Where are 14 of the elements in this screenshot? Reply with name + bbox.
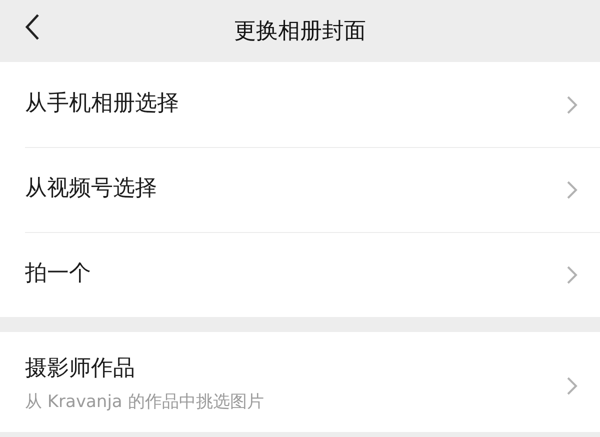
item-title: 拍一个 bbox=[25, 261, 92, 288]
item-subtitle: 从 Kravanja 的作品中挑选图片 bbox=[25, 391, 265, 414]
list-item[interactable]: 从视频号选择 bbox=[0, 147, 600, 232]
list-item[interactable]: 摄影师作品 从 Kravanja 的作品中挑选图片 bbox=[0, 332, 600, 432]
chevron-icon bbox=[566, 180, 578, 200]
chevron-icon bbox=[566, 376, 578, 396]
item-title: 摄影师作品 bbox=[25, 356, 136, 382]
page-title: 更换相册封面 bbox=[234, 18, 366, 46]
item-title: 从视频号选择 bbox=[25, 176, 158, 203]
chevron-icon bbox=[566, 94, 578, 114]
list-item[interactable]: 拍一个 bbox=[0, 232, 600, 317]
list-item[interactable]: 从手机相册选择 bbox=[0, 62, 600, 147]
chevron-icon bbox=[566, 264, 578, 284]
item-title: 从手机相册选择 bbox=[25, 91, 180, 118]
